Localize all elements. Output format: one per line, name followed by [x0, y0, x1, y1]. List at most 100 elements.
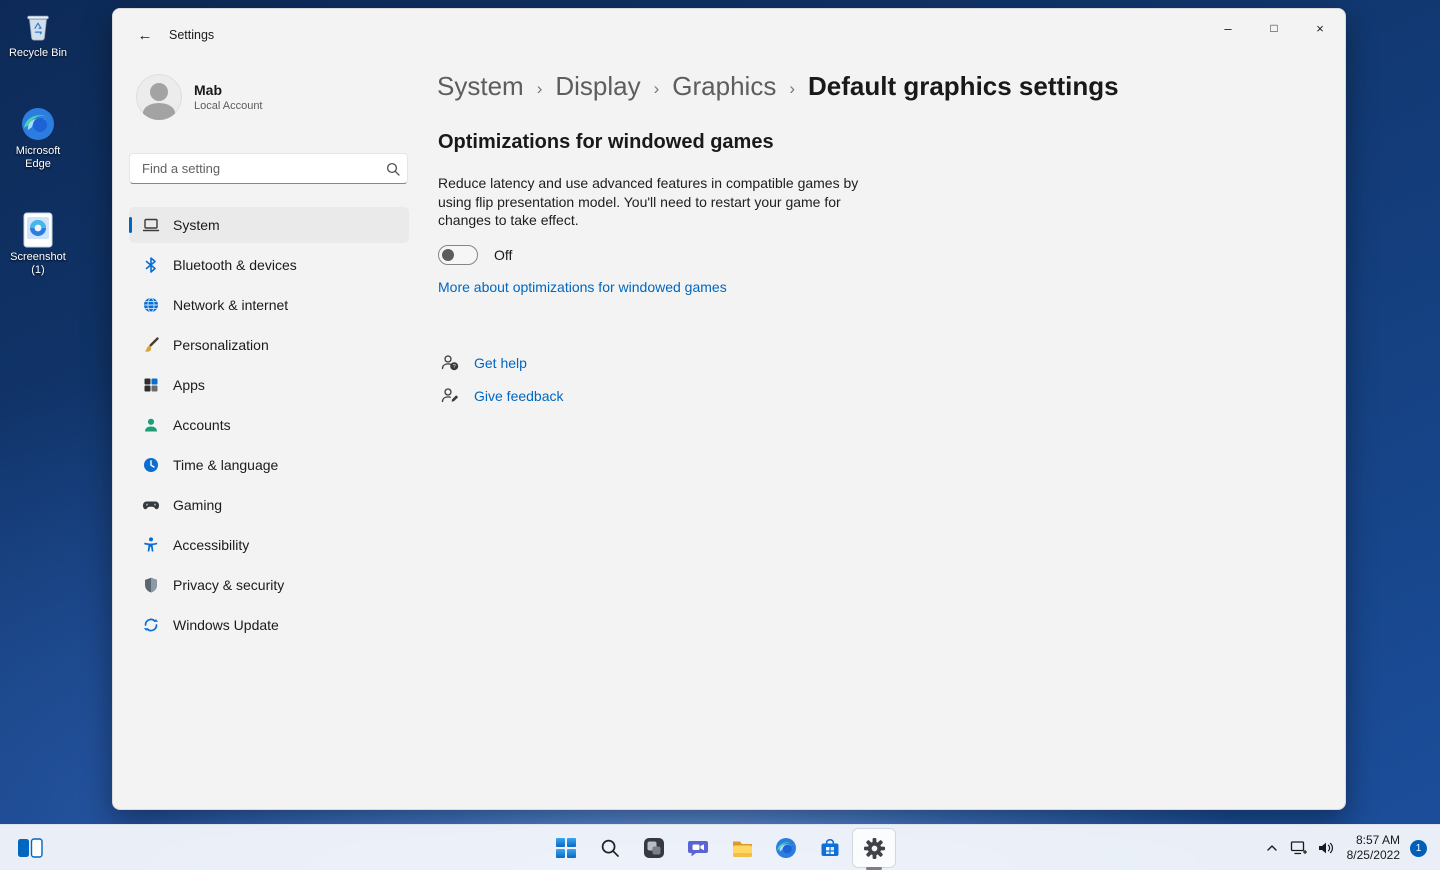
tray-overflow-button[interactable] — [1259, 828, 1285, 868]
user-account-type: Local Account — [194, 100, 263, 112]
search-input[interactable] — [130, 161, 379, 176]
avatar — [136, 74, 182, 120]
speaker-icon — [1317, 840, 1334, 856]
search-icon[interactable] — [379, 162, 407, 176]
svg-text:?: ? — [453, 364, 456, 370]
sidebar-item-label: Bluetooth & devices — [173, 257, 297, 273]
sidebar-nav: System Bluetooth & devices — [129, 207, 409, 647]
sidebar-item-label: Apps — [173, 377, 205, 393]
breadcrumb-system[interactable]: System — [437, 71, 524, 102]
chevron-right-icon: › — [776, 79, 808, 99]
sidebar-item-label: Accounts — [173, 417, 231, 433]
settings-window: ← Settings – □ × Mab Local Account — [112, 8, 1346, 810]
volume-button[interactable] — [1312, 828, 1339, 868]
store-icon — [819, 837, 841, 859]
breadcrumb-current-page: Default graphics settings — [808, 71, 1119, 102]
get-help-icon: ? — [440, 353, 459, 372]
edge-icon — [775, 837, 797, 859]
optimizations-toggle[interactable] — [438, 245, 478, 265]
get-help-row: ? Get help — [440, 353, 527, 372]
toggle-knob — [442, 249, 454, 261]
search-button[interactable] — [588, 828, 632, 868]
sidebar-item-bluetooth-devices[interactable]: Bluetooth & devices — [129, 247, 409, 283]
notification-badge[interactable]: 1 — [1410, 840, 1427, 857]
sidebar-item-windows-update[interactable]: Windows Update — [129, 607, 409, 643]
breadcrumb-graphics[interactable]: Graphics — [672, 71, 776, 102]
start-button[interactable] — [544, 828, 588, 868]
store-button[interactable] — [808, 828, 852, 868]
toggle-state-label: Off — [494, 247, 512, 263]
sidebar-item-label: Time & language — [173, 457, 278, 473]
system-tray: 8:57 AM 8/25/2022 1 — [1259, 825, 1427, 870]
network-icon — [1290, 840, 1307, 856]
desktop-wallpaper: Recycle Bin Microsoft Edge Screenshot (1… — [0, 0, 1440, 870]
chat-icon — [687, 837, 709, 859]
file-explorer-button[interactable] — [720, 828, 764, 868]
sidebar-item-gaming[interactable]: Gaming — [129, 487, 409, 523]
desktop-icon-microsoft-edge[interactable]: Microsoft Edge — [2, 106, 74, 171]
taskbar-center-icons — [544, 825, 896, 870]
recycle-bin-icon — [20, 8, 56, 44]
desktop-icon-recycle-bin[interactable]: Recycle Bin — [2, 8, 74, 60]
user-name: Mab — [194, 82, 263, 98]
section-heading: Optimizations for windowed games — [438, 131, 774, 154]
get-help-link[interactable]: Get help — [474, 355, 527, 371]
sidebar-item-apps[interactable]: Apps — [129, 367, 409, 403]
widgets-icon — [17, 837, 43, 859]
sidebar-item-network-internet[interactable]: Network & internet — [129, 287, 409, 323]
windows-logo-icon — [556, 838, 576, 858]
sidebar-item-personalization[interactable]: Personalization — [129, 327, 409, 363]
give-feedback-link[interactable]: Give feedback — [474, 388, 564, 404]
chevron-right-icon: › — [641, 79, 673, 99]
desktop-icon-label: Microsoft Edge — [4, 145, 72, 171]
image-file-icon — [20, 212, 56, 248]
sidebar-item-label: Network & internet — [173, 297, 288, 313]
sidebar-item-accessibility[interactable]: Accessibility — [129, 527, 409, 563]
sidebar-item-label: Windows Update — [173, 617, 279, 633]
accessibility-person-icon — [142, 536, 160, 554]
widgets-button[interactable] — [10, 828, 50, 868]
globe-icon — [142, 296, 160, 314]
update-arrows-icon — [142, 616, 160, 634]
sidebar-item-system[interactable]: System — [129, 207, 409, 243]
task-view-button[interactable] — [632, 828, 676, 868]
more-about-link[interactable]: More about optimizations for windowed ga… — [438, 279, 727, 295]
section-description: Reduce latency and use advanced features… — [438, 174, 874, 230]
shield-icon — [142, 576, 160, 594]
desktop-icon-label: Recycle Bin — [9, 47, 67, 60]
edge-button[interactable] — [764, 828, 808, 868]
tray-time: 8:57 AM — [1347, 833, 1400, 848]
breadcrumb: System › Display › Graphics › Default gr… — [437, 71, 1119, 102]
clock-icon — [142, 456, 160, 474]
sidebar-item-label: Gaming — [173, 497, 222, 513]
toggle-row: Off — [438, 245, 512, 265]
settings-button[interactable] — [852, 828, 896, 868]
game-controller-icon — [142, 496, 160, 514]
clock[interactable]: 8:57 AM 8/25/2022 — [1347, 833, 1400, 863]
back-button[interactable]: ← — [129, 21, 161, 49]
file-explorer-icon — [731, 837, 754, 859]
search-icon — [600, 838, 620, 858]
search-box — [129, 153, 408, 184]
chevron-up-icon — [1265, 841, 1279, 855]
sidebar-item-label: Privacy & security — [173, 577, 284, 593]
network-button[interactable] — [1285, 828, 1312, 868]
person-icon — [142, 416, 160, 434]
user-card[interactable]: Mab Local Account — [136, 74, 263, 120]
sidebar-item-time-language[interactable]: Time & language — [129, 447, 409, 483]
sidebar-item-accounts[interactable]: Accounts — [129, 407, 409, 443]
sidebar-item-label: Personalization — [173, 337, 269, 353]
desktop-icon-label: Screenshot (1) — [4, 251, 72, 277]
give-feedback-row: Give feedback — [440, 386, 564, 405]
system-icon — [142, 216, 160, 234]
breadcrumb-display[interactable]: Display — [555, 71, 640, 102]
main-content: System › Display › Graphics › Default gr… — [437, 9, 1345, 809]
sidebar-item-privacy-security[interactable]: Privacy & security — [129, 567, 409, 603]
tray-date: 8/25/2022 — [1347, 848, 1400, 863]
desktop-icon-screenshot[interactable]: Screenshot (1) — [2, 212, 74, 277]
bluetooth-icon — [142, 256, 160, 274]
taskbar: 8:57 AM 8/25/2022 1 — [0, 824, 1440, 870]
chevron-right-icon: › — [524, 79, 556, 99]
apps-grid-icon — [142, 376, 160, 394]
chat-button[interactable] — [676, 828, 720, 868]
